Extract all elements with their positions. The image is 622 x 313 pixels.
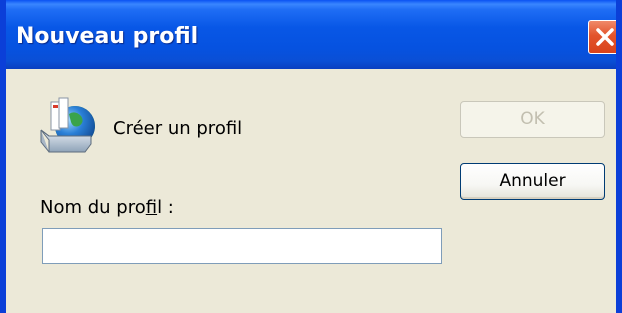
close-button[interactable] bbox=[588, 20, 616, 54]
mail-profile-icon bbox=[35, 90, 101, 160]
accelerator-key: f bbox=[145, 197, 158, 218]
dialog-window: Nouveau profil Créer un profil Nom du pr… bbox=[0, 0, 622, 313]
create-profile-label: Créer un profil bbox=[113, 118, 243, 139]
profile-name-input[interactable] bbox=[42, 228, 442, 264]
close-icon bbox=[596, 28, 614, 46]
ok-button[interactable]: OK bbox=[460, 101, 605, 138]
title-bar[interactable]: Nouveau profil bbox=[6, 0, 616, 69]
cancel-button[interactable]: Annuler bbox=[460, 163, 605, 200]
window-title: Nouveau profil bbox=[16, 24, 199, 49]
profile-name-label: Nom du profil : bbox=[40, 197, 174, 218]
